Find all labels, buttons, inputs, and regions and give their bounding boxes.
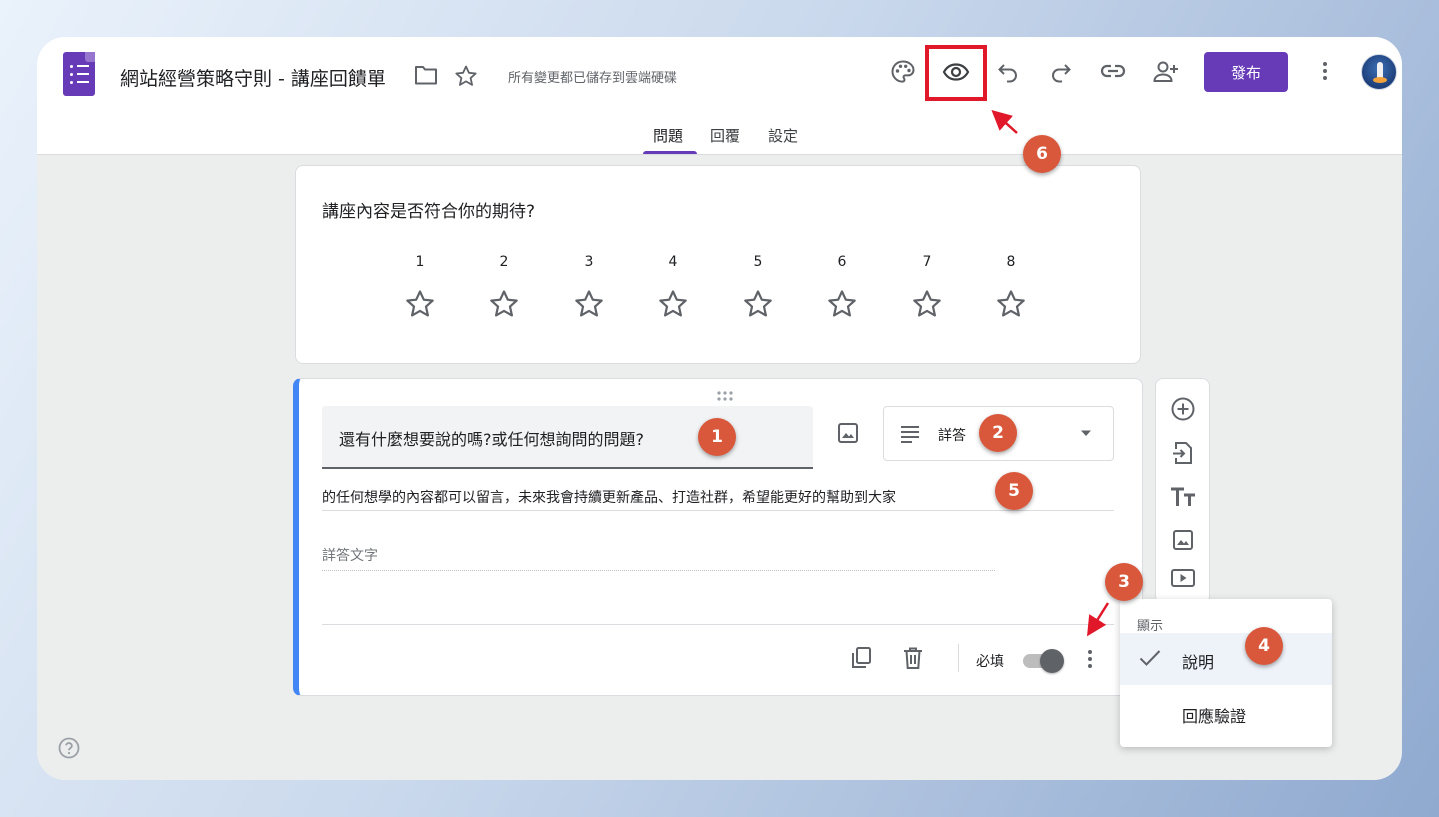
rating-option[interactable]: 6 (822, 254, 862, 319)
folder-icon[interactable] (414, 64, 438, 86)
footer-vertical-divider (958, 644, 959, 672)
more-vert-icon[interactable] (1315, 59, 1335, 83)
help-icon[interactable] (58, 737, 80, 759)
save-status: 所有變更都已儲存到雲端硬碟 (508, 71, 678, 86)
question-title: 還有什麼想要說的嗎?或任何想詢問的問題? (339, 430, 644, 449)
add-circle-icon[interactable] (1170, 396, 1196, 422)
image-icon[interactable] (1171, 528, 1195, 552)
star-icon[interactable] (454, 64, 478, 88)
forms-window: 網站經營策略守則 - 講座回饋單 所有變更都已儲存到雲端硬碟 發布 問題 回覆 … (37, 37, 1402, 780)
video-icon[interactable] (1170, 567, 1196, 589)
annotation-badge-3: 3 (1105, 563, 1143, 601)
add-person-icon[interactable] (1152, 59, 1180, 85)
rating-number: 4 (668, 254, 678, 270)
question-options-menu: 顯示 說明 回應驗證 (1120, 599, 1332, 747)
palette-icon[interactable] (890, 59, 916, 85)
rating-option[interactable]: 2 (484, 254, 524, 319)
annotation-badge-5: 5 (995, 472, 1033, 510)
menu-header: 顯示 (1137, 619, 1164, 634)
trash-icon[interactable] (902, 646, 924, 670)
rating-number: 6 (837, 254, 847, 270)
rating-option[interactable]: 8 (991, 254, 1031, 319)
rating-option[interactable]: 1 (400, 254, 440, 319)
answer-placeholder: 詳答文字 (322, 545, 995, 571)
tab-bar: 問題 回覆 設定 (37, 123, 1402, 155)
avatar[interactable] (1361, 54, 1397, 90)
footer-divider (322, 624, 1114, 625)
paragraph-lines-icon (900, 423, 920, 443)
star-outline-icon (659, 290, 687, 317)
menu-item-description[interactable]: 說明 (1120, 633, 1332, 685)
star-outline-icon (913, 290, 941, 317)
star-outline-icon (828, 290, 856, 317)
google-forms-logo[interactable] (63, 52, 95, 96)
add-image-icon[interactable] (836, 421, 860, 445)
star-outline-icon (744, 290, 772, 317)
annotation-badge-2: 2 (979, 414, 1017, 452)
question-more-icon[interactable] (1084, 647, 1096, 671)
rating-number: 5 (753, 254, 763, 270)
import-icon[interactable] (1171, 440, 1195, 466)
rating-option[interactable]: 4 (653, 254, 693, 319)
menu-item-response-validation[interactable]: 回應驗證 (1120, 691, 1332, 733)
star-outline-icon (406, 290, 434, 317)
dropdown-arrow-icon (1080, 429, 1092, 437)
annotation-badge-6: 6 (1023, 135, 1061, 173)
check-icon (1139, 649, 1161, 667)
rating-number: 8 (1006, 254, 1016, 270)
rating-number: 2 (499, 254, 509, 270)
rating-number: 7 (922, 254, 932, 270)
floating-toolbar (1155, 378, 1210, 604)
copy-icon[interactable] (849, 646, 873, 670)
menu-item-label: 回應驗證 (1182, 707, 1247, 726)
question-type-label: 詳答 (938, 428, 966, 444)
drag-handle-icon[interactable] (715, 387, 735, 406)
question-title: 講座內容是否符合你的期待? (322, 202, 536, 222)
star-outline-icon (575, 290, 603, 317)
tab-settings[interactable]: 設定 (768, 125, 798, 146)
tab-responses[interactable]: 回覆 (710, 125, 740, 146)
link-icon[interactable] (1099, 59, 1127, 83)
preview-highlight-box (925, 45, 987, 101)
annotation-badge-1: 1 (698, 418, 736, 456)
top-bar: 網站經營策略守則 - 講座回饋單 所有變更都已儲存到雲端硬碟 發布 問題 回覆 … (37, 37, 1402, 155)
question-card-rating[interactable]: 講座內容是否符合你的期待? 1 2 3 4 5 6 7 8 (295, 165, 1141, 364)
document-title[interactable]: 網站經營策略守則 - 講座回饋單 (120, 64, 386, 91)
undo-icon[interactable] (996, 60, 1020, 84)
annotation-badge-4: 4 (1245, 627, 1283, 665)
question-title-input[interactable]: 還有什麼想要說的嗎?或任何想詢問的問題? (322, 406, 813, 469)
rating-option[interactable]: 7 (907, 254, 947, 319)
star-outline-icon (490, 290, 518, 317)
publish-button[interactable]: 發布 (1204, 52, 1288, 92)
required-label: 必填 (976, 654, 1004, 670)
active-tab-indicator (643, 151, 697, 154)
star-outline-icon (997, 290, 1025, 317)
required-toggle-knob[interactable] (1040, 649, 1064, 673)
title-text-icon[interactable] (1169, 485, 1197, 509)
rating-option[interactable]: 5 (738, 254, 778, 319)
tab-questions[interactable]: 問題 (653, 125, 683, 146)
rating-option[interactable]: 3 (569, 254, 609, 319)
rating-number: 1 (415, 254, 425, 270)
rating-number: 3 (584, 254, 594, 270)
menu-item-label: 說明 (1182, 653, 1215, 672)
redo-icon[interactable] (1049, 60, 1073, 84)
